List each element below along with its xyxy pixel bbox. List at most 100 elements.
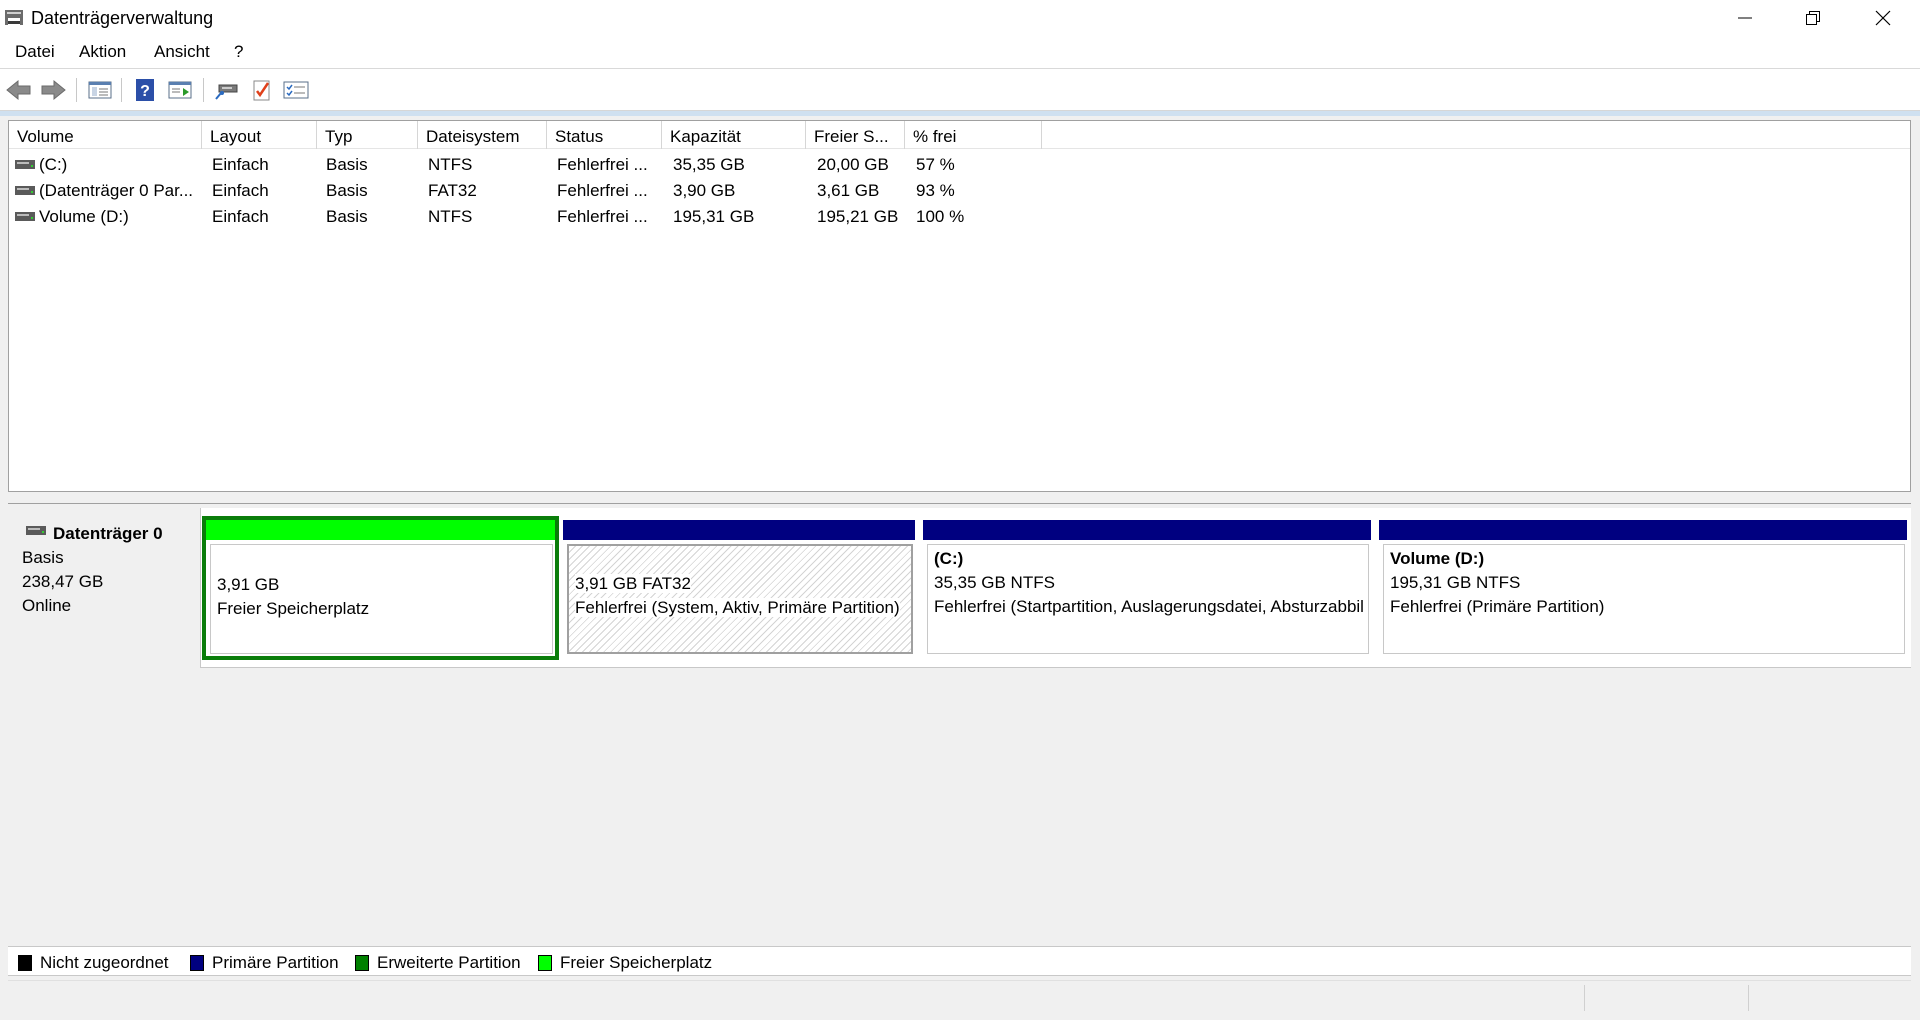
legend-item-free-space: Freier Speicherplatz	[538, 953, 712, 973]
column-header-status[interactable]: Status	[547, 121, 662, 149]
partition-body: 3,91 GB Freier Speicherplatz	[210, 544, 553, 654]
partition-d[interactable]: Volume (D:) 195,31 GB NTFS Fehlerfrei (P…	[1375, 516, 1911, 660]
disk-name: Datenträger 0	[53, 524, 163, 543]
minimize-button[interactable]	[1710, 0, 1780, 36]
legend-swatch	[190, 955, 204, 971]
cell-freier-speicher: 20,00 GB	[817, 155, 889, 174]
cell-prozent-frei: 93 %	[916, 181, 955, 200]
partition-size: 3,91 GB	[217, 575, 280, 594]
show-console-tree-button[interactable]	[85, 75, 115, 105]
restore-icon	[1806, 11, 1820, 25]
forward-button[interactable]	[38, 75, 68, 105]
cell-typ: Basis	[326, 155, 368, 174]
list-view-button[interactable]	[281, 75, 311, 105]
partition-title: Volume (D:)	[1390, 549, 1485, 568]
column-header-volume[interactable]: Volume	[9, 121, 202, 149]
cell-volume: Volume (D:)	[39, 207, 129, 226]
partition-title: (C:)	[934, 549, 964, 568]
connect-drive-button[interactable]	[211, 75, 241, 105]
partition-system-fat32[interactable]: 3,91 GB FAT32 Fehlerfrei (System, Aktiv,…	[559, 516, 919, 660]
legend-item-unallocated: Nicht zugeordnet	[18, 953, 169, 973]
menu-datei[interactable]: Datei	[15, 42, 55, 62]
disk-graphical-pane: Datenträger 0 Basis 238,47 GB Online 3,9…	[8, 504, 1911, 977]
legend-swatch	[355, 955, 369, 971]
console-tree-icon	[88, 81, 112, 99]
partition-c[interactable]: (C:) 35,35 GB NTFS Fehlerfrei (Startpart…	[919, 516, 1375, 660]
close-button[interactable]	[1848, 0, 1918, 36]
column-header-kapazitaet[interactable]: Kapazität	[662, 121, 806, 149]
column-header-layout[interactable]: Layout	[202, 121, 317, 149]
properties-check-icon	[253, 80, 270, 101]
column-header-typ[interactable]: Typ	[317, 121, 418, 149]
partition-free-space[interactable]: 3,91 GB Freier Speicherplatz	[202, 516, 559, 660]
show-action-pane-button[interactable]	[165, 75, 195, 105]
legend-label: Nicht zugeordnet	[40, 953, 169, 972]
cell-freier-speicher: 3,61 GB	[817, 181, 880, 200]
window-title: Datenträgerverwaltung	[31, 8, 214, 28]
partition-color-bar	[206, 520, 555, 540]
legend-item-primary: Primäre Partition	[190, 953, 339, 973]
table-row[interactable]: Volume (D:) Einfach Basis NTFS Fehlerfre…	[9, 204, 1910, 230]
cell-prozent-frei: 57 %	[916, 155, 955, 174]
table-row[interactable]: (Datenträger 0 Par... Einfach Basis FAT3…	[9, 178, 1910, 204]
menu-ansicht[interactable]: Ansicht	[154, 42, 210, 62]
partition-size: 35,35 GB NTFS	[934, 573, 1055, 592]
restore-button[interactable]	[1778, 0, 1848, 36]
legend-label: Primäre Partition	[212, 953, 339, 972]
legend: Nicht zugeordnet Primäre Partition Erwei…	[8, 946, 1911, 976]
disk-label[interactable]: Datenträger 0 Basis 238,47 GB Online	[8, 508, 201, 668]
cell-volume: (C:)	[39, 155, 68, 174]
svg-text:?: ?	[140, 83, 150, 100]
disk-size: 238,47 GB	[22, 572, 104, 591]
cell-status: Fehlerfrei ...	[557, 181, 648, 200]
cell-typ: Basis	[326, 207, 368, 226]
legend-item-extended: Erweiterte Partition	[355, 953, 521, 973]
cell-volume: (Datenträger 0 Par...	[39, 181, 194, 200]
partition-status: Fehlerfrei (Primäre Partition)	[1390, 597, 1605, 616]
cell-dateisystem: FAT32	[428, 181, 477, 200]
cell-kapazitaet: 35,35 GB	[673, 155, 745, 174]
back-button[interactable]	[4, 75, 34, 105]
volume-list-header: Volume Layout Typ Dateisystem Status Kap…	[9, 121, 1910, 149]
volume-drive-icon	[15, 186, 35, 195]
cell-dateisystem: NTFS	[428, 207, 473, 226]
pane-splitter[interactable]	[8, 492, 1911, 504]
cell-layout: Einfach	[212, 207, 269, 226]
legend-swatch	[538, 955, 552, 971]
disk-management-app-icon	[5, 10, 23, 25]
volume-drive-icon	[15, 160, 35, 169]
column-header-freier-speicher[interactable]: Freier S...	[806, 121, 905, 149]
volume-list[interactable]: Volume Layout Typ Dateisystem Status Kap…	[8, 120, 1911, 492]
legend-swatch	[18, 955, 32, 971]
partition-status: Fehlerfrei (Startpartition, Auslagerungs…	[934, 597, 1364, 616]
status-bar	[8, 980, 1911, 1014]
table-row[interactable]: (C:) Einfach Basis NTFS Fehlerfrei ... 3…	[9, 152, 1910, 178]
partition-color-bar	[563, 520, 915, 540]
disk-drive-icon	[26, 526, 46, 535]
status-separator	[1748, 985, 1749, 1011]
cell-typ: Basis	[326, 181, 368, 200]
legend-label: Erweiterte Partition	[377, 953, 521, 972]
partition-body: Volume (D:) 195,31 GB NTFS Fehlerfrei (P…	[1383, 544, 1905, 654]
partition-color-bar	[1379, 520, 1907, 540]
column-header-dateisystem[interactable]: Dateisystem	[418, 121, 547, 149]
legend-label: Freier Speicherplatz	[560, 953, 713, 972]
cell-prozent-frei: 100 %	[916, 207, 965, 226]
partition-body: 3,91 GB FAT32 Fehlerfrei (System, Aktiv,…	[567, 544, 913, 654]
menu-help[interactable]: ?	[234, 42, 243, 62]
help-button[interactable]: ?	[130, 75, 160, 105]
partition-size: 195,31 GB NTFS	[1390, 573, 1521, 592]
cell-layout: Einfach	[212, 181, 269, 200]
partition-color-bar	[923, 520, 1371, 540]
cell-status: Fehlerfrei ...	[557, 155, 648, 174]
properties-button[interactable]	[247, 75, 277, 105]
cell-freier-speicher: 195,21 GB	[817, 207, 899, 226]
menu-aktion[interactable]: Aktion	[79, 42, 126, 62]
volume-drive-icon	[15, 212, 35, 221]
column-header-prozent-frei[interactable]: % frei	[905, 121, 1042, 149]
toolbar-separator	[203, 78, 204, 102]
status-separator	[1584, 985, 1585, 1011]
cell-kapazitaet: 3,90 GB	[673, 181, 736, 200]
forward-arrow-icon	[41, 79, 66, 101]
partition-body: (C:) 35,35 GB NTFS Fehlerfrei (Startpart…	[927, 544, 1369, 654]
